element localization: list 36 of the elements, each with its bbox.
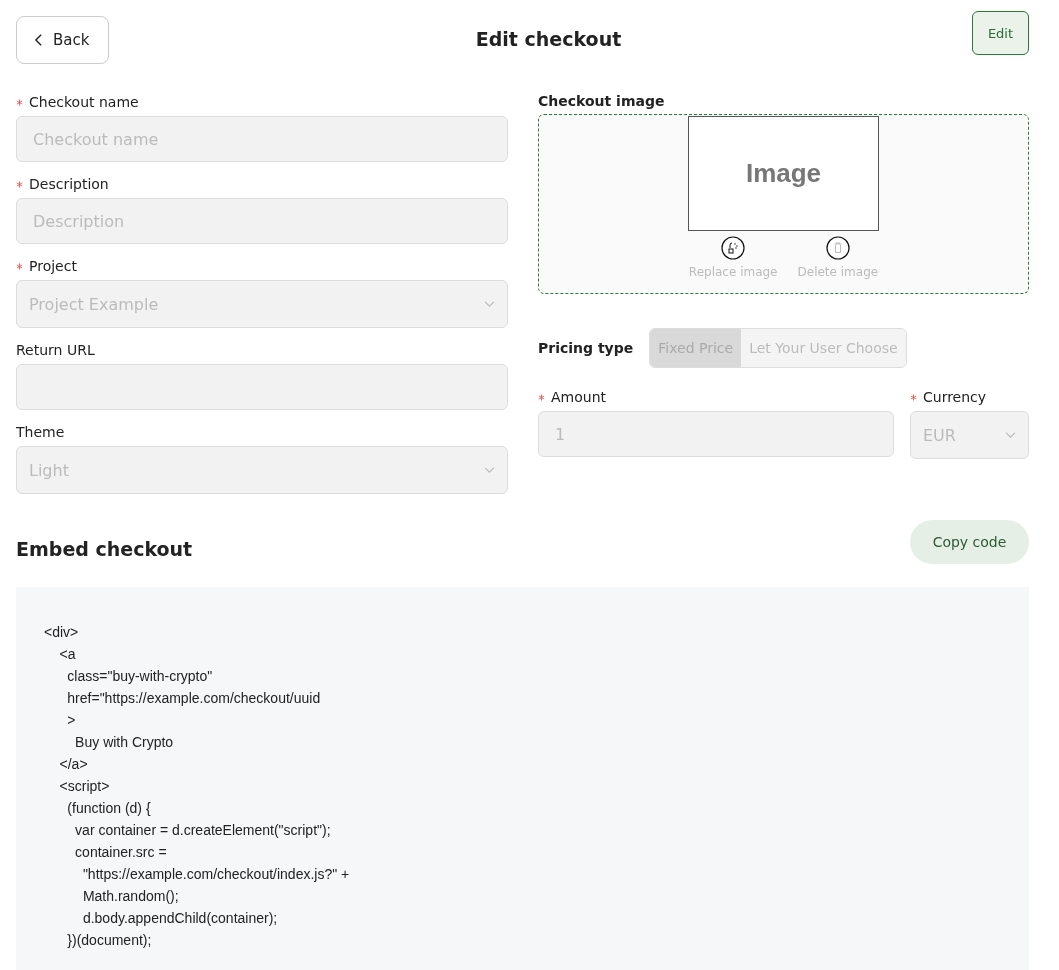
field-label: Theme xyxy=(16,424,65,440)
section-label: Checkout image xyxy=(538,93,666,109)
image-preview: Image xyxy=(688,116,879,231)
code-line: <a xyxy=(58,645,76,664)
code-line: })(document); xyxy=(66,931,152,950)
edit-button[interactable]: Edit xyxy=(972,11,1029,55)
replace-icon xyxy=(721,236,746,260)
code-line: <div> xyxy=(44,623,79,642)
code-line: Math.random(); xyxy=(81,887,179,906)
code-line: "https://example.com/checkout/index.js?" + xyxy=(81,865,350,884)
code-line: <script> xyxy=(58,777,110,796)
code-line: > xyxy=(66,711,76,730)
field-label: Amount xyxy=(551,389,606,405)
field-label: Checkout name xyxy=(29,94,139,110)
code-line: class="buy-with-crypto" xyxy=(66,667,213,686)
code-line: </a> xyxy=(58,755,88,774)
code-line: container.src = xyxy=(74,843,167,862)
code-line: (function (d) { xyxy=(66,799,151,818)
pricing-label: Pricing type xyxy=(538,340,634,356)
caret-icon xyxy=(484,300,495,308)
back-button[interactable]: Back xyxy=(16,16,109,64)
code-line: Buy with Crypto xyxy=(74,733,174,752)
code-line: href="https://example.com/checkout/uuid xyxy=(66,689,321,708)
field-label: Description xyxy=(29,176,109,192)
field-label: Project xyxy=(29,258,77,274)
code-line: var container = d.createElement("script"); xyxy=(74,821,331,840)
chevron-left-icon xyxy=(34,33,43,47)
page-title: Edit checkout xyxy=(475,28,622,50)
field-label: Return URL xyxy=(16,342,95,358)
copy-code-button[interactable]: Copy code xyxy=(910,520,1029,564)
trash-icon xyxy=(825,236,850,260)
code-line: d.body.appendChild(container); xyxy=(81,909,278,928)
caret-icon xyxy=(484,466,495,474)
section-title: Embed checkout xyxy=(16,538,193,560)
caret-icon xyxy=(1005,431,1016,439)
field-label: Currency xyxy=(923,389,987,405)
